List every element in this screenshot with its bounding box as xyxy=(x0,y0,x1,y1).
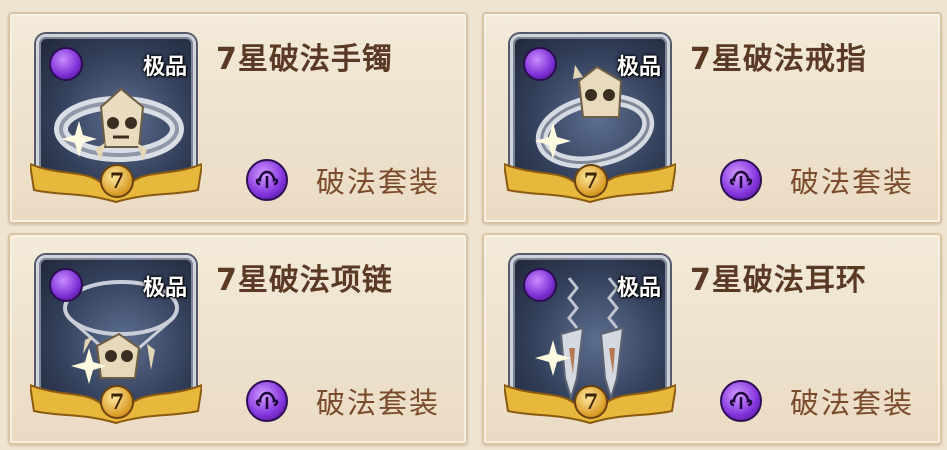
set-info[interactable]: 破法套装 xyxy=(720,158,914,202)
equipment-card-necklace[interactable]: 极品 7 7星破法项链 破法套装 xyxy=(8,233,468,445)
set-emblem-icon xyxy=(523,47,557,81)
item-frame[interactable]: 极品 7 xyxy=(504,251,676,425)
star-level-badge: 7 xyxy=(574,164,608,198)
set-info[interactable]: 破法套装 xyxy=(246,379,440,423)
set-emblem-icon xyxy=(49,268,83,302)
grade-label: 极品 xyxy=(142,276,187,301)
star-level-badge: 7 xyxy=(100,385,134,419)
item-frame[interactable]: 极品 7 xyxy=(30,251,202,425)
set-icon[interactable] xyxy=(246,380,288,422)
set-icon[interactable] xyxy=(720,380,762,422)
item-frame[interactable]: 极品 7 xyxy=(30,30,202,204)
grade-label: 极品 xyxy=(616,55,661,80)
set-name: 破法套装 xyxy=(790,165,915,199)
set-name: 破法套装 xyxy=(316,386,441,420)
set-name: 破法套装 xyxy=(316,165,441,199)
set-info[interactable]: 破法套装 xyxy=(720,379,914,423)
set-name: 破法套装 xyxy=(790,386,915,420)
equipment-card-ring[interactable]: 极品 7 7星破法戒指 破法套装 xyxy=(482,12,942,224)
equipment-card-bracelet[interactable]: 极品 7 7星破法手镯 破法套装 xyxy=(8,12,468,224)
item-name: 7星破法耳环 xyxy=(690,263,867,298)
equipment-card-earrings[interactable]: 极品 7 7星破法耳环 破法套装 xyxy=(482,233,942,445)
set-info[interactable]: 破法套装 xyxy=(246,158,440,202)
set-icon[interactable] xyxy=(246,159,288,201)
set-emblem-icon xyxy=(49,47,83,81)
set-emblem-icon xyxy=(523,268,557,302)
grade-label: 极品 xyxy=(616,276,661,301)
item-frame[interactable]: 极品 7 xyxy=(504,30,676,204)
star-level-badge: 7 xyxy=(574,385,608,419)
item-name: 7星破法项链 xyxy=(216,263,393,298)
equipment-grid: 极品 7 7星破法手镯 破法套装 极品 7 7星破法戒指 破法套装 极品 7 7… xyxy=(0,0,947,450)
set-icon[interactable] xyxy=(720,159,762,201)
grade-label: 极品 xyxy=(142,55,187,80)
item-name: 7星破法手镯 xyxy=(216,42,393,77)
star-level-badge: 7 xyxy=(100,164,134,198)
item-name: 7星破法戒指 xyxy=(690,42,867,77)
